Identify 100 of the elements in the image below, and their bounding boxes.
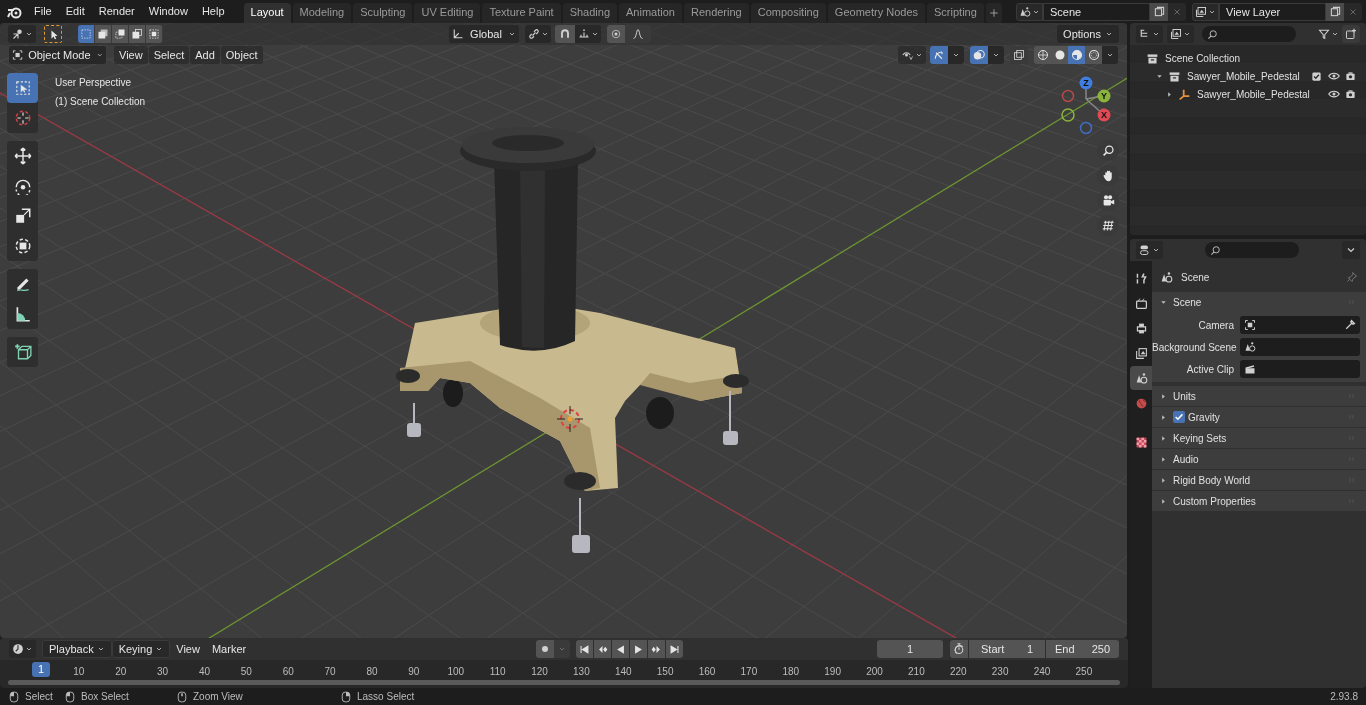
- menu-item[interactable]: Render: [91, 1, 142, 22]
- workspace-tab[interactable]: Scripting: [927, 2, 984, 23]
- render-toggle-icon[interactable]: [1345, 88, 1356, 100]
- shading-button[interactable]: [1068, 46, 1085, 64]
- options-dropdown[interactable]: Options: [1057, 25, 1119, 43]
- collapsed-arrow-icon[interactable]: [1160, 413, 1167, 421]
- workspace-tab[interactable]: Animation: [619, 2, 682, 23]
- exclude-checkbox[interactable]: [1311, 70, 1322, 82]
- transform-orientation-dropdown[interactable]: Global: [449, 25, 519, 43]
- record-button[interactable]: [536, 640, 555, 658]
- mode-dropdown[interactable]: Object Mode: [9, 46, 106, 64]
- workspace-tab[interactable]: Shading: [562, 2, 618, 23]
- selection-mode-button[interactable]: [129, 25, 146, 43]
- expanded-arrow-icon[interactable]: [1160, 298, 1167, 306]
- viewport-menu[interactable]: Add: [190, 46, 220, 64]
- workspace-tab[interactable]: Modeling: [292, 2, 352, 23]
- render-toggle-icon[interactable]: [1345, 70, 1356, 82]
- clip-field[interactable]: [1240, 360, 1360, 378]
- outliner-item[interactable]: Scene Collection: [1165, 50, 1356, 66]
- selection-mode-button[interactable]: [112, 25, 129, 43]
- play-button[interactable]: [630, 640, 648, 658]
- collapsed-arrow-icon[interactable]: [1160, 476, 1167, 484]
- viewport-menu[interactable]: Object: [220, 46, 263, 64]
- next-keyframe-button[interactable]: [648, 640, 666, 658]
- editor-type-button[interactable]: [8, 25, 36, 43]
- properties-tab[interactable]: [1130, 366, 1152, 390]
- viewport-toggle[interactable]: [930, 46, 948, 64]
- workspace-tab[interactable]: UV Editing: [414, 2, 481, 23]
- tool-button[interactable]: [7, 337, 38, 367]
- timeline-dropdown[interactable]: Playback: [42, 640, 112, 658]
- collapsed-arrow-icon[interactable]: [1166, 90, 1173, 98]
- editor-type-button[interactable]: [9, 640, 36, 658]
- search-field[interactable]: [1202, 26, 1296, 42]
- jump-to-end-button[interactable]: [666, 640, 684, 658]
- eyedropper-icon[interactable]: [1344, 319, 1356, 331]
- jump-to-start-button[interactable]: [576, 640, 594, 658]
- viewport-toggle[interactable]: [970, 46, 988, 64]
- editor-type-button[interactable]: [1136, 25, 1163, 43]
- viewport-menu[interactable]: Select: [148, 46, 190, 64]
- menu-item[interactable]: Help: [194, 1, 232, 22]
- collapsed-arrow-icon[interactable]: [1160, 434, 1167, 442]
- workspace-tab[interactable]: Compositing: [750, 2, 826, 23]
- start-frame-field[interactable]: Start 1: [969, 640, 1045, 658]
- collapsed-arrow-icon[interactable]: [1160, 497, 1167, 505]
- workspace-tab[interactable]: Texture Paint: [482, 2, 561, 23]
- shading-button[interactable]: [1085, 46, 1102, 64]
- selection-mode-button[interactable]: [78, 25, 95, 43]
- scene-button[interactable]: [1016, 2, 1043, 21]
- menu-item[interactable]: Window: [141, 1, 195, 22]
- new-collection-button[interactable]: [1342, 25, 1360, 43]
- view-layer-name-field[interactable]: View Layer: [1219, 2, 1326, 21]
- eye-icon[interactable]: [1328, 88, 1340, 100]
- snap-target-button[interactable]: [575, 25, 601, 43]
- snapping-button[interactable]: [555, 25, 575, 43]
- menu-item[interactable]: Edit: [58, 1, 92, 22]
- workspace-tab[interactable]: Rendering: [683, 2, 749, 23]
- search-field[interactable]: [1205, 242, 1299, 258]
- menu-item[interactable]: File: [27, 1, 59, 22]
- copy-button[interactable]: [1326, 2, 1344, 21]
- selection-mode-button[interactable]: [95, 25, 112, 43]
- collapsed-arrow-icon[interactable]: [1160, 455, 1167, 463]
- display-mode-button[interactable]: [1167, 25, 1194, 43]
- workspace-tab[interactable]: Sculpting: [353, 2, 413, 23]
- copy-button[interactable]: [1150, 2, 1168, 21]
- viewport-menu[interactable]: View: [114, 46, 148, 64]
- falloff-button[interactable]: [625, 25, 651, 43]
- selection-mode-button[interactable]: [146, 25, 163, 43]
- workspace-tab[interactable]: Geometry Nodes: [827, 2, 925, 23]
- object-visibility-button[interactable]: [898, 46, 926, 64]
- proportional-editing-button[interactable]: [607, 25, 625, 43]
- scene-name-field[interactable]: Scene: [1043, 2, 1150, 21]
- add-workspace-button[interactable]: [985, 2, 1002, 23]
- scene-field[interactable]: [1240, 338, 1360, 356]
- gravity-checkbox[interactable]: [1173, 411, 1185, 423]
- play-reverse-button[interactable]: [612, 640, 630, 658]
- pin-icon[interactable]: [1346, 271, 1358, 283]
- shading-button[interactable]: [1051, 46, 1068, 64]
- outliner-item[interactable]: Sawyer_Mobile_Pedestal: [1187, 68, 1311, 84]
- outliner-item[interactable]: Sawyer_Mobile_Pedestal: [1197, 86, 1328, 102]
- timeline-menu[interactable]: View: [170, 640, 206, 658]
- playhead-frame[interactable]: 1: [32, 662, 50, 677]
- end-frame-field[interactable]: End 250: [1046, 640, 1119, 658]
- current-frame-field[interactable]: 1: [877, 640, 943, 658]
- shading-button[interactable]: [1034, 46, 1051, 64]
- active-tool-button[interactable]: [44, 25, 62, 43]
- collapsed-arrow-icon[interactable]: [1160, 392, 1167, 400]
- preview-range-button[interactable]: [950, 640, 968, 658]
- object-field[interactable]: [1240, 316, 1360, 334]
- options-button[interactable]: [1342, 241, 1360, 259]
- eye-icon[interactable]: [1328, 70, 1340, 82]
- view-layer-button[interactable]: [1192, 2, 1219, 21]
- editor-type-button[interactable]: [1136, 241, 1163, 259]
- expanded-arrow-icon[interactable]: [1156, 72, 1163, 80]
- navigation-gizmo[interactable]: Z Y X: [1061, 76, 1111, 135]
- timeline-dropdown[interactable]: Keying: [111, 640, 171, 658]
- previous-keyframe-button[interactable]: [594, 640, 612, 658]
- workspace-tab[interactable]: Layout: [243, 2, 291, 23]
- timeline-menu[interactable]: Marker: [205, 640, 253, 658]
- timeline-scrollbar[interactable]: [8, 680, 1120, 685]
- pivot-point-button[interactable]: [525, 25, 551, 43]
